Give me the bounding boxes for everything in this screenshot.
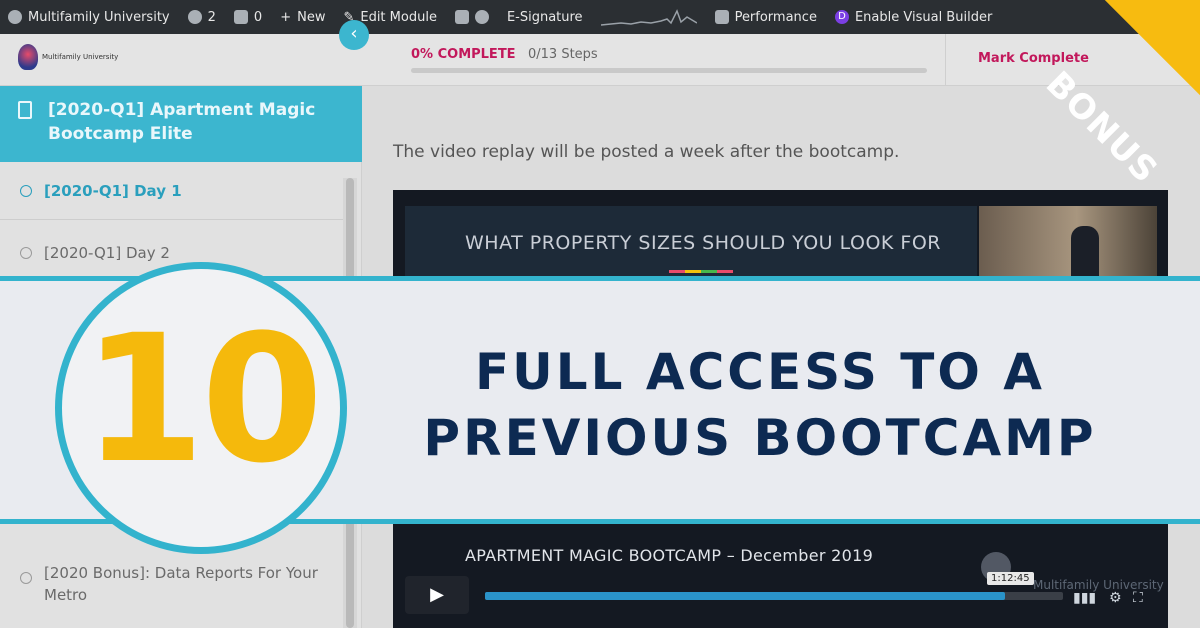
new-menu[interactable]: + New (280, 10, 325, 25)
site-logo[interactable]: Multifamily University (18, 44, 118, 70)
banner-headline: FULL ACCESS TO A PREVIOUS BOOTCAMP (380, 339, 1140, 471)
lesson-label: [2020 Bonus]: Data Reports For Your Metr… (44, 564, 318, 604)
video-seek-fill (485, 592, 1006, 600)
site-name: Multifamily University (28, 9, 170, 25)
admin-bar: Multifamily University 2 0 + New ✎ Edit … (0, 0, 1200, 34)
settings-icon[interactable]: ⚙ (1109, 590, 1122, 606)
site-menu[interactable]: Multifamily University (8, 10, 170, 25)
lesson-status-icon (20, 572, 32, 584)
home-icon (8, 10, 22, 24)
progress-percent: 0% COMPLETE (411, 47, 516, 62)
refresh-icon (187, 10, 202, 24)
updates-count: 2 (207, 9, 216, 25)
esignature-label: E-Signature (506, 9, 583, 25)
updates-menu[interactable]: 2 (187, 9, 216, 25)
chevron-left-icon: ‹ (350, 23, 358, 44)
play-icon: ▶ (430, 584, 444, 605)
speaker-figure (1071, 226, 1099, 280)
lesson-status-icon (20, 247, 32, 259)
comment-icon (233, 10, 248, 24)
play-button[interactable]: ▶ (405, 576, 469, 614)
visual-builder-label: Enable Visual Builder (854, 9, 993, 25)
seo-icon (454, 10, 469, 24)
lesson-intro-text: The video replay will be posted a week a… (393, 142, 900, 162)
course-header: Multifamily University 0% COMPLETE 0/13 … (0, 34, 1200, 86)
progress-steps: 0/13 Steps (528, 47, 598, 62)
video-slide: WHAT PROPERTY SIZES SHOULD YOU LOOK FOR (405, 206, 977, 280)
traffic-graph (600, 7, 697, 27)
esignature-menu[interactable]: E-Signature (507, 10, 583, 25)
status-dot-icon (474, 10, 489, 24)
plus-icon: + (280, 9, 292, 25)
volume-icon[interactable]: ▮▮▮ (1073, 590, 1096, 606)
headline-line-2: PREVIOUS BOOTCAMP (423, 409, 1097, 467)
video-watermark-text: Multifamily University (1033, 578, 1164, 592)
comments-menu[interactable]: 0 (233, 9, 263, 25)
lesson-item-data-reports[interactable]: [2020 Bonus]: Data Reports For Your Metr… (0, 562, 343, 618)
slide-title: WHAT PROPERTY SIZES SHOULD YOU LOOK FOR (465, 232, 942, 254)
lesson-status-icon (20, 185, 32, 197)
header-divider (945, 34, 946, 86)
performance-menu[interactable]: Performance (714, 9, 817, 25)
logo-text: Multifamily University (42, 53, 119, 61)
course-title: [2020-Q1] Apartment Magic Bootcamp Elite (48, 100, 316, 144)
performance-label: Performance (734, 9, 817, 25)
lesson-item-day-1[interactable]: [2020-Q1] Day 1 (0, 176, 343, 220)
number-badge-value: 10 (82, 297, 324, 502)
collapse-sidebar-button[interactable]: ‹ (339, 20, 369, 50)
fullscreen-icon[interactable]: ⛶ (1133, 590, 1143, 606)
performance-icon (714, 10, 729, 24)
bulb-logo-icon (18, 44, 38, 70)
new-label: New (297, 9, 326, 25)
mark-complete-button[interactable]: Mark Complete (978, 51, 1089, 66)
lesson-label: [2020-Q1] Day 2 (44, 244, 170, 262)
video-seek-bar[interactable] (485, 592, 1063, 600)
lesson-label: [2020-Q1] Day 1 (44, 182, 182, 200)
traffic-graph-icon (600, 9, 697, 26)
speaker-video-inset (979, 206, 1157, 280)
edit-module-label: Edit Module (360, 9, 437, 25)
progress-bar (411, 68, 927, 73)
divi-icon: D (834, 10, 849, 24)
comments-count: 0 (253, 9, 263, 25)
video-title: APARTMENT MAGIC BOOTCAMP – December 2019 (465, 546, 874, 565)
seo-menu[interactable] (454, 10, 489, 24)
slide-accent-dashes (669, 270, 733, 273)
video-timestamp: 1:12:45 (987, 572, 1034, 585)
course-title-panel[interactable]: [2020-Q1] Apartment Magic Bootcamp Elite (0, 86, 362, 162)
document-icon (18, 101, 32, 119)
visual-builder-menu[interactable]: D Enable Visual Builder (834, 9, 993, 25)
headline-line-1: FULL ACCESS TO A (474, 343, 1046, 401)
